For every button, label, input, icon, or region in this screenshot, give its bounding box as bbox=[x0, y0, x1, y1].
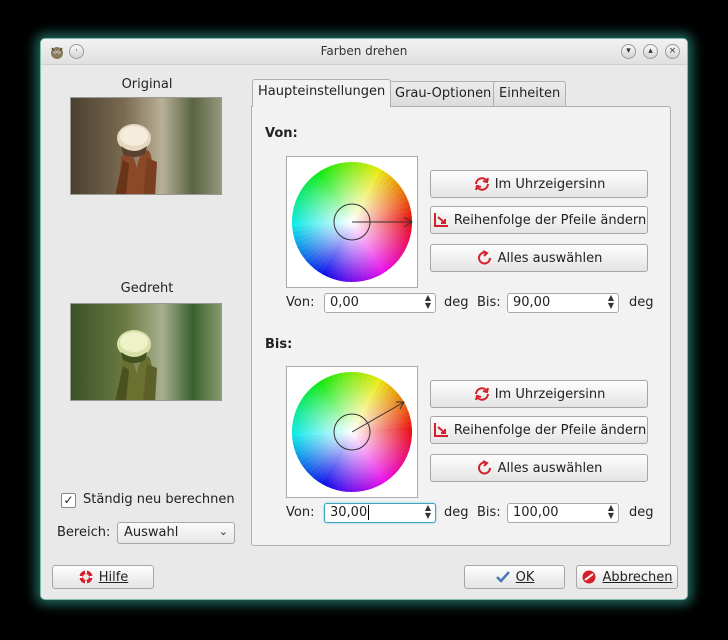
from-von-label: Von: bbox=[286, 295, 315, 310]
from-color-wheel[interactable] bbox=[286, 156, 418, 288]
from-section-title: Von: bbox=[265, 126, 298, 141]
from-swap-label: Reihenfolge der Pfeile ändern bbox=[453, 212, 647, 228]
spinner-arrows-icon[interactable]: ▲ ▼ bbox=[425, 504, 431, 520]
to-bis-spinner[interactable]: 100,00 ▲ ▼ bbox=[507, 503, 619, 523]
chevron-down-icon: ⌄ bbox=[218, 525, 228, 538]
to-von-label: Von: bbox=[286, 505, 315, 520]
help-label: Hilfe bbox=[98, 569, 129, 585]
continuous-checkbox[interactable]: ✓ bbox=[61, 493, 76, 508]
area-label: Bereich: bbox=[57, 525, 111, 540]
spinner-arrows-icon[interactable]: ▲ ▼ bbox=[608, 504, 614, 520]
ok-button[interactable]: OK bbox=[464, 565, 565, 589]
to-section-title: Bis: bbox=[265, 337, 293, 352]
help-button[interactable]: Hilfe bbox=[52, 565, 154, 589]
to-bis-label: Bis: bbox=[477, 505, 501, 520]
cancel-button[interactable]: Abbrechen bbox=[576, 565, 678, 589]
from-bis-value: 90,00 bbox=[513, 295, 551, 310]
swap-arrows-icon bbox=[433, 423, 448, 437]
from-bis-unit: deg bbox=[629, 295, 654, 310]
cancel-icon bbox=[582, 570, 596, 584]
title-bar[interactable]: · Farben drehen ▾ ▴ × bbox=[41, 39, 687, 65]
rotated-label: Gedreht bbox=[120, 281, 174, 296]
to-select-all-label: Alles auswählen bbox=[497, 460, 603, 476]
from-bis-spinner[interactable]: 90,00 ▲ ▼ bbox=[507, 293, 619, 313]
to-von-unit: deg bbox=[444, 505, 469, 520]
original-preview bbox=[70, 97, 222, 195]
from-clockwise-label: Im Uhrzeigersinn bbox=[494, 176, 606, 192]
to-select-all-button[interactable]: Alles auswählen bbox=[430, 454, 648, 482]
original-label: Original bbox=[121, 77, 173, 92]
dialog-window: · Farben drehen ▾ ▴ × Original Gedreht ✓… bbox=[40, 38, 688, 600]
from-swap-button[interactable]: Reihenfolge der Pfeile ändern bbox=[430, 206, 648, 234]
help-lifebuoy-icon bbox=[79, 570, 93, 584]
from-bis-label: Bis: bbox=[477, 295, 501, 310]
tab-main-settings[interactable]: Haupteinstellungen bbox=[252, 79, 392, 107]
to-clockwise-label: Im Uhrzeigersinn bbox=[494, 386, 606, 402]
to-color-wheel[interactable] bbox=[286, 366, 418, 498]
from-select-all-label: Alles auswählen bbox=[497, 250, 603, 266]
checkmark-icon bbox=[495, 571, 510, 583]
from-von-unit: deg bbox=[444, 295, 469, 310]
to-swap-button[interactable]: Reihenfolge der Pfeile ändern bbox=[430, 416, 648, 444]
to-clockwise-button[interactable]: Im Uhrzeigersinn bbox=[430, 380, 648, 408]
area-select[interactable]: Auswahl ⌄ bbox=[117, 522, 235, 544]
from-von-value: 0,00 bbox=[330, 295, 359, 310]
area-select-value: Auswahl bbox=[124, 525, 179, 540]
to-bis-value: 100,00 bbox=[513, 505, 559, 520]
select-all-icon bbox=[477, 460, 491, 475]
from-von-spinner[interactable]: 0,00 ▲ ▼ bbox=[324, 293, 436, 313]
close-icon[interactable]: × bbox=[665, 44, 680, 59]
to-von-spinner[interactable]: 30,00 ▲ ▼ bbox=[324, 503, 436, 523]
select-all-icon bbox=[477, 250, 491, 265]
ok-label: OK bbox=[515, 569, 535, 585]
cancel-label: Abbrechen bbox=[602, 569, 673, 585]
spinner-arrows-icon[interactable]: ▲ ▼ bbox=[425, 294, 431, 310]
spinner-arrows-icon[interactable]: ▲ ▼ bbox=[608, 294, 614, 310]
continuous-label: Ständig neu berechnen bbox=[83, 492, 235, 507]
to-von-value: 30,00 bbox=[330, 505, 368, 520]
rotated-preview bbox=[70, 303, 222, 401]
to-swap-label: Reihenfolge der Pfeile ändern bbox=[453, 422, 647, 438]
tab-units[interactable]: Einheiten bbox=[493, 81, 567, 106]
minimize-icon[interactable]: ▾ bbox=[621, 44, 636, 59]
from-select-all-button[interactable]: Alles auswählen bbox=[430, 244, 648, 272]
rotate-clockwise-icon bbox=[474, 387, 489, 401]
window-title: Farben drehen bbox=[320, 44, 408, 58]
to-bis-unit: deg bbox=[629, 505, 654, 520]
from-clockwise-button[interactable]: Im Uhrzeigersinn bbox=[430, 170, 648, 198]
tab-gray-options[interactable]: Grau-Optionen bbox=[389, 81, 498, 106]
maximize-icon[interactable]: ▴ bbox=[643, 44, 658, 59]
swap-arrows-icon bbox=[433, 213, 448, 227]
rotate-clockwise-icon bbox=[474, 177, 489, 191]
